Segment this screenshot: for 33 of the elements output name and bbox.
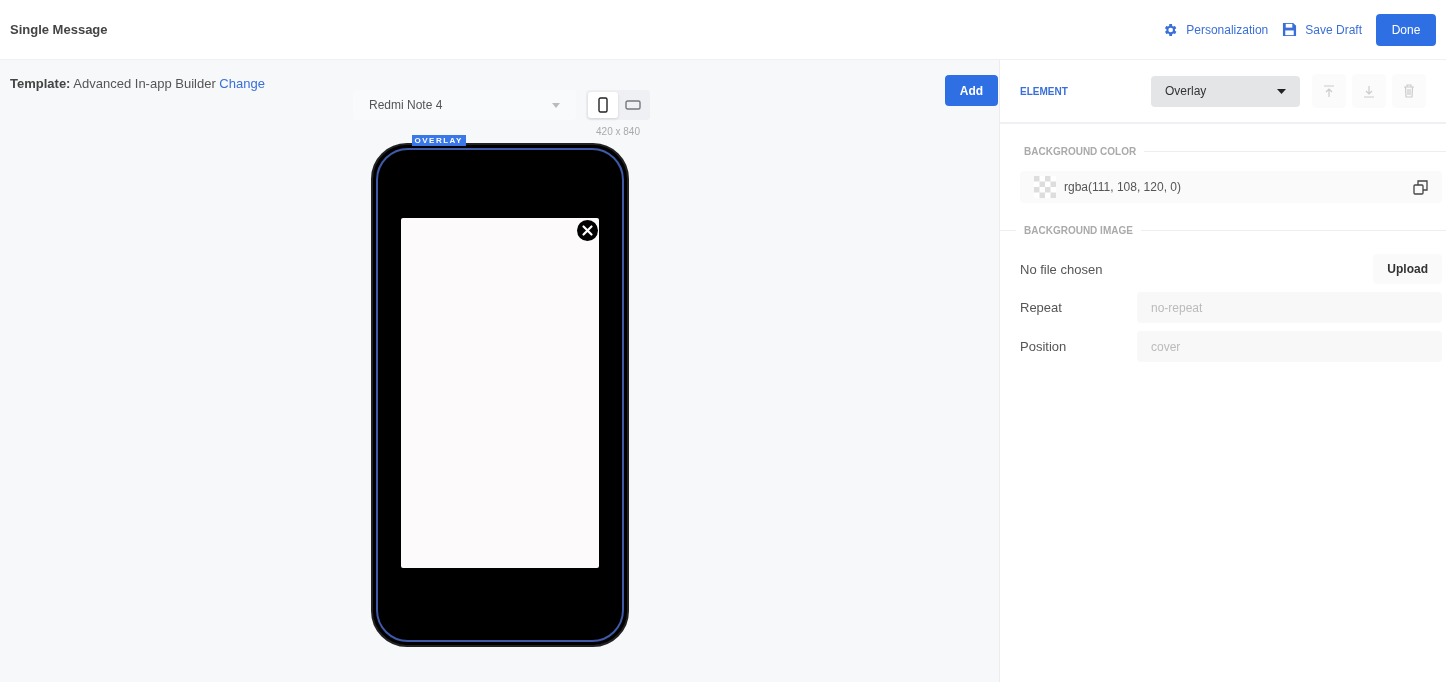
section-heading: BACKGROUND COLOR	[1024, 146, 1137, 157]
input-field[interactable]: no-repeat	[1137, 292, 1442, 323]
field-label: Position	[1020, 339, 1068, 354]
change-link[interactable]: Change	[219, 76, 265, 91]
transparency-swatch-icon	[1034, 176, 1056, 198]
gear-icon	[1162, 21, 1179, 38]
done-button[interactable]: Done	[1376, 13, 1436, 46]
delete-button[interactable]	[1392, 74, 1426, 108]
caret-icon	[552, 102, 560, 108]
input-field[interactable]: cover	[1137, 331, 1442, 362]
arrow-up-icon	[1323, 84, 1335, 98]
upload-button[interactable]: Upload	[1373, 254, 1442, 284]
phone-portrait-icon	[598, 97, 608, 113]
color-field[interactable]: rgba(111, 108, 120, 0)	[1020, 171, 1442, 203]
field-label: Repeat	[1020, 300, 1063, 315]
trash-icon	[1403, 84, 1415, 98]
file-status: No file chosen	[1020, 261, 1103, 277]
arrow-down-icon	[1363, 84, 1375, 98]
phone-landscape-icon	[625, 100, 641, 110]
close-icon[interactable]	[576, 220, 598, 241]
section-heading: BACKGROUND IMAGE	[1024, 225, 1133, 236]
personalization-button[interactable]: Personalization	[1162, 21, 1269, 38]
copy-icon[interactable]	[1413, 179, 1428, 195]
element-label: ELEMENT	[1020, 85, 1069, 97]
save-button[interactable]: Save Draft	[1282, 22, 1362, 37]
element-dropdown[interactable]: Overlay	[1151, 75, 1300, 107]
caret-icon	[1277, 88, 1286, 94]
add-button[interactable]: Add	[945, 75, 998, 106]
overlay-tag: OVERLAY	[411, 135, 466, 146]
page-title: Single Message	[10, 22, 109, 37]
resolution-label: 420 x 840	[596, 126, 640, 137]
template-info: Template: Advanced In-app Builder Change	[10, 76, 265, 91]
portrait-toggle[interactable]	[588, 92, 618, 118]
